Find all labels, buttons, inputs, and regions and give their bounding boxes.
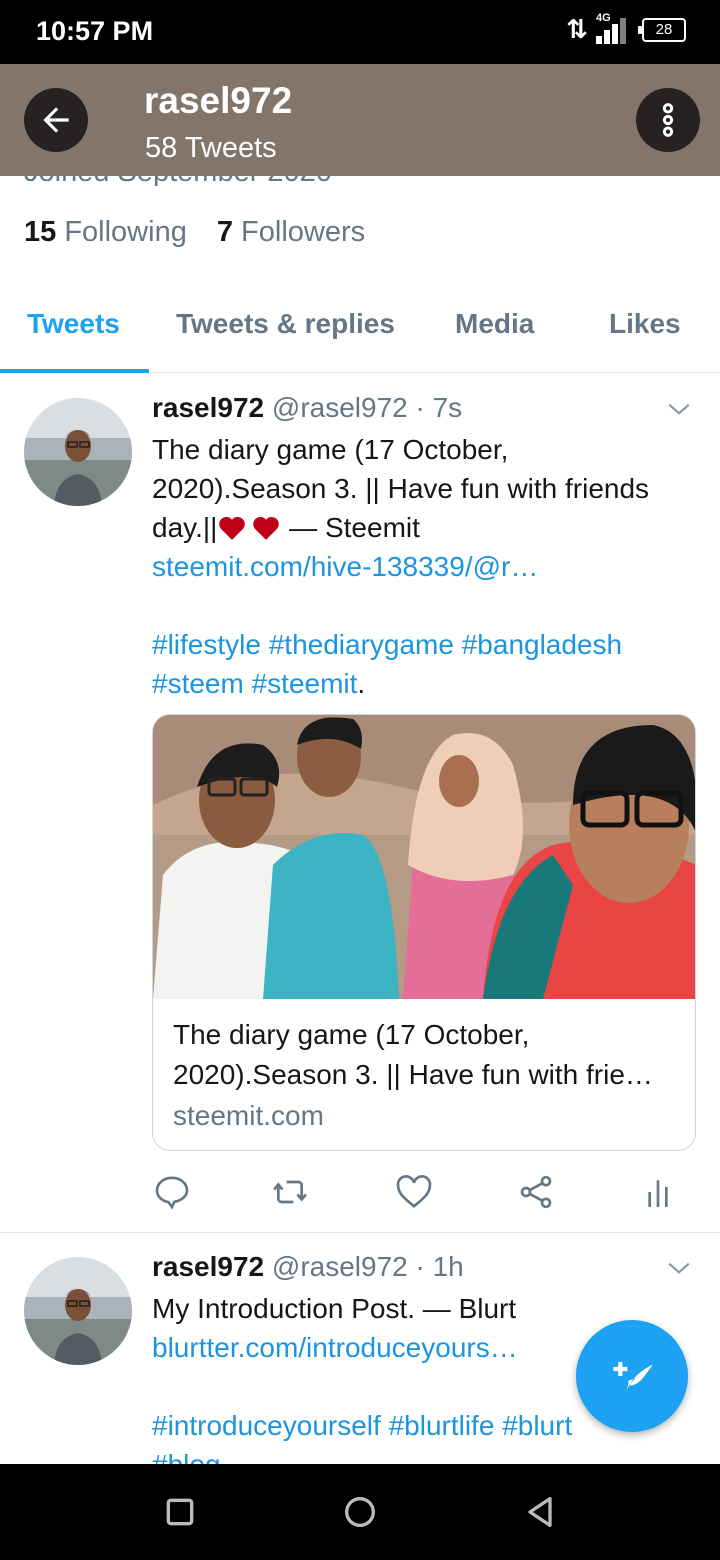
- share-icon[interactable]: [516, 1172, 556, 1212]
- battery-icon: 28: [638, 17, 686, 42]
- heart-emoji-icon: [219, 517, 246, 540]
- active-tab-indicator: [0, 369, 149, 373]
- link-preview-card[interactable]: The diary game (17 October, 2020).Season…: [152, 714, 696, 1151]
- tweet-author-name[interactable]: rasel972: [152, 1251, 264, 1282]
- tweet-meta: @rasel972 · 1h: [271, 1251, 464, 1282]
- analytics-icon[interactable]: [638, 1172, 678, 1212]
- battery-level: 28: [655, 21, 673, 38]
- avatar[interactable]: [24, 1257, 132, 1365]
- back-button[interactable]: [24, 88, 88, 152]
- more-button[interactable]: [636, 88, 700, 152]
- follow-stats: 15 Following 7 Followers: [24, 216, 365, 249]
- tweet-header: rasel972 @rasel972 · 7s: [152, 392, 462, 424]
- tweet-item[interactable]: rasel972 @rasel972 · 7s The diary game (…: [0, 374, 720, 1232]
- status-icons: ⇅ 4G 28: [566, 12, 686, 45]
- recents-icon[interactable]: [160, 1492, 200, 1532]
- tab-media[interactable]: Media: [455, 308, 534, 340]
- tweet-header: rasel972 @rasel972 · 1h: [152, 1251, 464, 1283]
- status-time: 10:57 PM: [36, 16, 154, 46]
- heart-emoji-icon: [253, 517, 280, 540]
- card-title: The diary game (17 October, 2020).Season…: [173, 1019, 653, 1090]
- network-type: 4G: [596, 11, 611, 24]
- tweet-hashtags[interactable]: #steem #steemit: [152, 668, 357, 699]
- tweet-hashtags[interactable]: #blog: [152, 1445, 697, 1464]
- compose-tweet-button[interactable]: [576, 1320, 688, 1432]
- profile-header: rasel972 58 Tweets: [0, 64, 720, 176]
- chevron-down-icon[interactable]: [666, 1255, 692, 1281]
- retweet-icon[interactable]: [270, 1172, 310, 1212]
- followers-link[interactable]: 7 Followers: [217, 216, 365, 248]
- like-icon[interactable]: [394, 1172, 434, 1212]
- tweet-link[interactable]: steemit.com/hive-138339/@r…: [152, 547, 697, 586]
- signal-icon: 4G: [594, 12, 632, 44]
- data-transfer-icon: ⇅: [566, 14, 588, 44]
- status-bar: 10:57 PM ⇅ 4G 28: [0, 0, 720, 64]
- system-navigation-bar: [0, 1464, 720, 1560]
- header-tweet-count: 58 Tweets: [145, 132, 277, 164]
- tweet-hashtags[interactable]: #lifestyle #thediarygame #bangladesh: [152, 625, 697, 664]
- arrow-left-icon: [43, 107, 69, 133]
- home-icon[interactable]: [340, 1492, 380, 1532]
- back-icon[interactable]: [520, 1492, 560, 1532]
- compose-tweet-icon: [613, 1362, 653, 1397]
- joined-date: Joined September 2020: [24, 176, 444, 186]
- profile-tabs: Tweets Tweets & replies Media Likes: [0, 296, 720, 373]
- more-vertical-icon: [662, 103, 674, 137]
- tweet-text: The diary game (17 October, 2020).Season…: [152, 430, 697, 703]
- tab-tweets[interactable]: Tweets: [27, 308, 120, 340]
- tweet-actions: [152, 1172, 692, 1212]
- link-preview-image: [153, 715, 695, 999]
- card-domain: steemit.com: [173, 1100, 324, 1131]
- following-link[interactable]: 15 Following: [24, 216, 187, 248]
- tweet-meta: @rasel972 · 7s: [271, 392, 463, 423]
- tab-tweets-replies[interactable]: Tweets & replies: [176, 308, 395, 340]
- tweet-author-name[interactable]: rasel972: [152, 392, 264, 423]
- avatar[interactable]: [24, 398, 132, 506]
- chevron-down-icon[interactable]: [666, 396, 692, 422]
- tab-likes[interactable]: Likes: [609, 308, 681, 340]
- reply-icon[interactable]: [152, 1172, 192, 1212]
- header-title: rasel972: [144, 80, 293, 121]
